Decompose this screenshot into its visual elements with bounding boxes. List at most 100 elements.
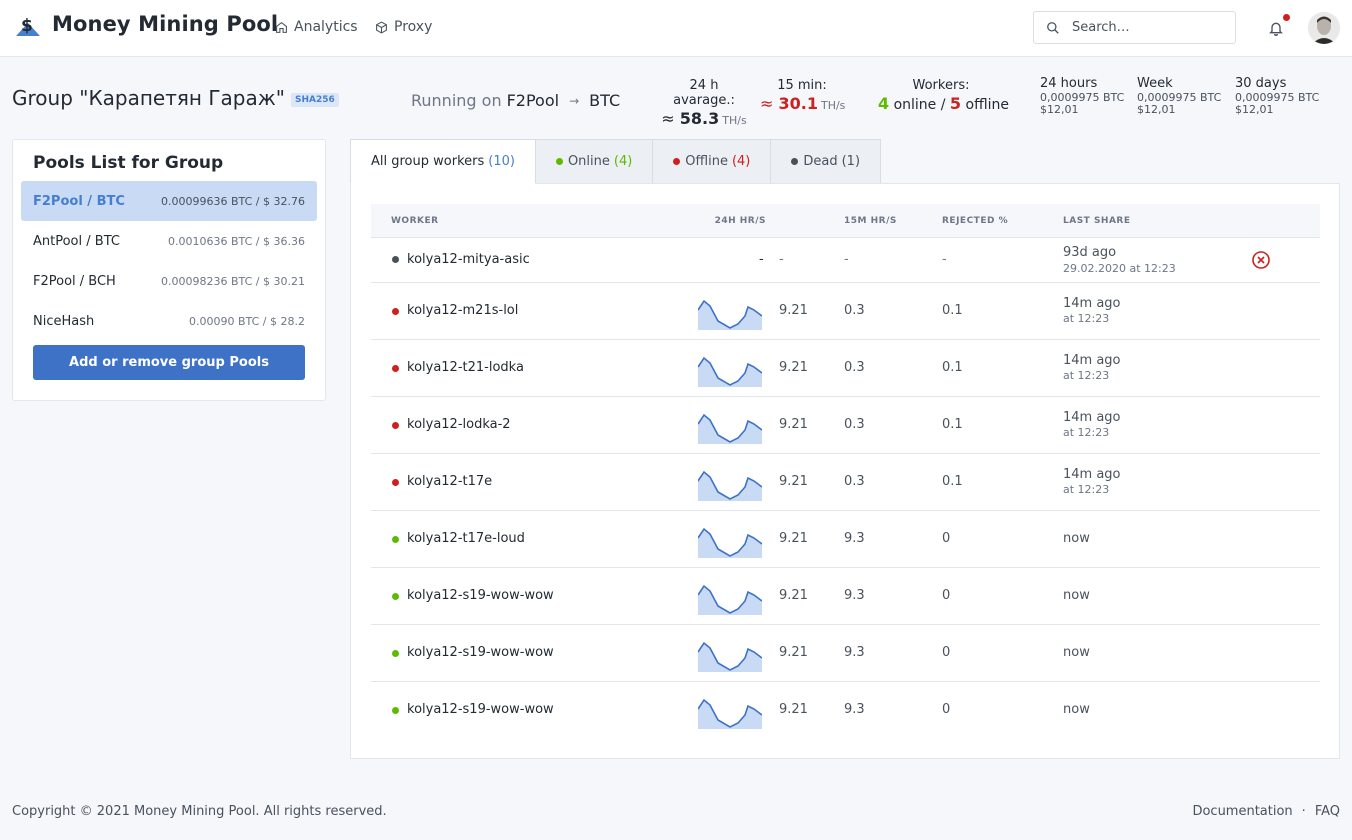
notification-dot [1283,14,1290,21]
stat-workers-value-row: 4 online / 5 offline [878,94,1009,113]
status-dot-online [392,593,399,600]
last-share: now [1063,645,1090,660]
copyright: Copyright © 2021 Money Mining Pool. All … [12,804,387,819]
workers-online-label: online / [893,97,946,113]
app-title[interactable]: Money Mining Pool [52,12,278,36]
rejected: 0.1 [942,417,963,432]
workers-offline-count: 5 [949,94,962,113]
bell-icon[interactable] [1268,19,1284,37]
hr-24h: - [779,252,784,267]
remove-worker-icon[interactable] [1251,250,1271,270]
last-share-time: at 12:23 [1063,483,1110,496]
rejected: - [942,252,947,267]
hr-15m: 0.3 [844,360,865,375]
stat-15min-unit: TH/s [820,99,846,112]
hashrate-sparkline [698,527,762,558]
hashrate-sparkline [698,641,762,672]
pool-name: F2Pool / BCH [33,273,116,289]
tab-count: (10) [488,154,515,169]
last-share-time: at 12:23 [1063,312,1110,325]
hr-24h: 9.21 [779,645,808,660]
logo-icon[interactable]: $ [14,14,42,38]
running-on: Running on F2Pool → BTC [411,91,620,110]
avatar[interactable] [1308,12,1340,44]
add-remove-pools-button[interactable]: Add or remove group Pools [33,345,305,380]
nav-analytics-label: Analytics [294,19,358,35]
worker-name[interactable]: kolya12-mitya-asic [407,252,530,267]
nav-analytics[interactable]: Analytics [275,19,358,35]
table-row[interactable]: kolya12-s19-wow-wow 9.21 9.3 0 now [371,568,1320,625]
pool-item[interactable]: F2Pool / BCH 0.00098236 BTC / $ 30.21 [21,261,317,301]
hashrate-sparkline [698,413,762,444]
table-row[interactable]: kolya12-t17e 9.21 0.3 0.1 14m ago at 12:… [371,454,1320,511]
hashrate-sparkline [698,584,762,615]
home-icon [276,21,287,33]
earnings-30days: 30 days 0,0009975 BTC $12,01 [1235,76,1319,116]
pools-title: Pools List for Group [33,153,224,173]
header-24h-hr: 24H HR/S [714,216,766,226]
hr-24h: 9.21 [779,531,808,546]
pool-item[interactable]: F2Pool / BTC 0.00099636 BTC / $ 32.76 [21,181,317,221]
footer-links: Documentation · FAQ [1192,804,1340,819]
workers-table: WORKER 24H HR/S 15M HR/S REJECTED % LAST… [350,183,1340,759]
stat-24h-value-row: ≈ 58.3 TH/s [660,109,748,128]
rejected: 0.1 [942,474,963,489]
worker-name[interactable]: kolya12-s19-wow-wow [407,702,554,717]
table-row[interactable]: kolya12-s19-wow-wow 9.21 9.3 0 now [371,625,1320,682]
worker-name[interactable]: kolya12-m21s-lol [407,303,518,318]
hr-15m: 9.3 [844,702,865,717]
hr-24h: 9.21 [779,702,808,717]
hr-15m: 9.3 [844,645,865,660]
rejected: 0 [942,702,951,717]
hr-24h: 9.21 [779,360,808,375]
tab-label: All group workers [371,154,485,169]
hashrate-sparkline [698,698,762,729]
header-15m-hr: 15M HR/S [844,216,897,226]
worker-name[interactable]: kolya12-lodka-2 [407,417,511,432]
user-avatar-icon [1308,12,1340,44]
worker-name[interactable]: kolya12-t17e [407,474,492,489]
status-dot-online [392,707,399,714]
earnings-usd: $12,01 [1235,103,1274,116]
arrow-right-icon: → [569,93,580,108]
status-dot-online [555,158,563,165]
documentation-link[interactable]: Documentation [1192,804,1292,819]
status-dot-offline [392,422,399,429]
running-prefix: Running on [411,91,502,110]
earnings-label: 30 days [1235,76,1287,91]
table-row[interactable]: kolya12-t17e-loud 9.21 9.3 0 now [371,511,1320,568]
header-last-share: LAST SHARE [1063,216,1131,226]
header-rejected: REJECTED % [942,216,1009,226]
worker-name[interactable]: kolya12-t17e-loud [407,531,525,546]
worker-name[interactable]: kolya12-s19-wow-wow [407,588,554,603]
rejected: 0.1 [942,360,963,375]
pool-item[interactable]: AntPool / BTC 0.0010636 BTC / $ 36.36 [21,221,317,261]
faq-link[interactable]: FAQ [1315,804,1340,819]
status-dot-dead [791,158,799,165]
pool-item[interactable]: NiceHash 0.00090 BTC / $ 28.2 [21,301,317,341]
tab-label: Online [567,154,610,169]
table-row[interactable]: kolya12-s19-wow-wow 9.21 9.3 0 now [371,682,1320,739]
table-row[interactable]: kolya12-t21-lodka 9.21 0.3 0.1 14m ago a… [371,340,1320,397]
hr-15m: - [844,252,849,267]
last-share: now [1063,702,1090,717]
tab-dead[interactable]: Dead (1) [770,139,882,184]
table-row[interactable]: kolya12-lodka-2 9.21 0.3 0.1 14m ago at … [371,397,1320,454]
earnings-label: Week [1137,76,1173,91]
hashrate-sparkline [698,299,762,330]
tab-offline[interactable]: Offline (4) [652,139,772,184]
tab-online[interactable]: Online (4) [534,139,654,184]
status-dot-offline [392,365,399,372]
search-input[interactable] [1072,20,1222,35]
last-share-time: 29.02.2020 at 12:23 [1063,262,1176,275]
table-row[interactable]: kolya12-mitya-asic - - - - 93d ago 29.02… [371,238,1320,283]
worker-name[interactable]: kolya12-t21-lodka [407,360,524,375]
earnings-week: Week 0,0009975 BTC $12,01 [1137,76,1221,116]
hr-24h: 9.21 [779,474,808,489]
hr-24h: 9.21 [779,417,808,432]
worker-name[interactable]: kolya12-s19-wow-wow [407,645,554,660]
table-row[interactable]: kolya12-m21s-lol 9.21 0.3 0.1 14m ago at… [371,283,1320,340]
nav-proxy[interactable]: Proxy [375,19,432,35]
status-dot-offline [392,479,399,486]
tab-all-workers[interactable]: All group workers (10) [350,139,536,184]
